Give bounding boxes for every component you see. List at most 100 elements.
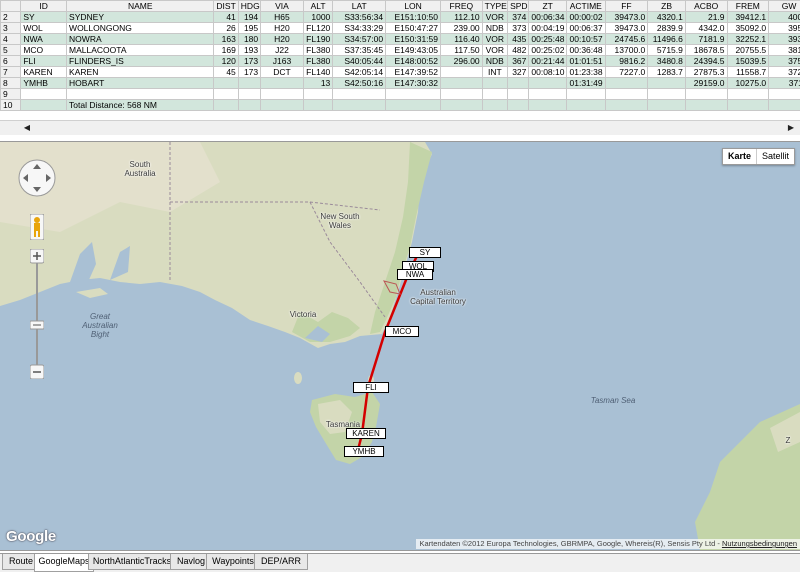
column-header-id[interactable]: ID <box>21 1 67 12</box>
pan-control-icon[interactable] <box>17 158 57 198</box>
cell-lon[interactable]: E148:00:52 <box>386 56 441 67</box>
cell-acbo[interactable]: 4342.0 <box>685 23 727 34</box>
cell-freq[interactable]: 239.00 <box>441 23 483 34</box>
cell-acbo[interactable]: 18678.5 <box>685 45 727 56</box>
cell-spd[interactable] <box>508 89 529 100</box>
cell-id[interactable]: FLI <box>21 56 67 67</box>
cell-zb[interactable]: 11496.6 <box>648 34 686 45</box>
row-number[interactable]: 3 <box>1 23 21 34</box>
waypoint-sy[interactable]: SY <box>409 247 441 258</box>
cell-name[interactable]: Total Distance: 568 NM <box>67 100 214 111</box>
cell-via[interactable]: H65 <box>261 12 304 23</box>
cell-lat[interactable]: S42:50:16 <box>333 78 386 89</box>
cell-ff[interactable]: 13700.0 <box>605 45 648 56</box>
cell-via[interactable] <box>261 89 304 100</box>
column-header-alt[interactable]: ALT <box>303 1 332 12</box>
cell-frem[interactable]: 11558.7 <box>727 67 769 78</box>
cell-hdg[interactable] <box>238 100 260 111</box>
table-row[interactable]: 8YMHBHOBART13S42:50:16E147:30:3201:31:49… <box>1 78 800 89</box>
cell-name[interactable]: NOWRA <box>67 34 214 45</box>
cell-zt[interactable] <box>529 100 567 111</box>
tab-googlemaps[interactable]: GoogleMaps <box>34 554 94 572</box>
cell-acbo[interactable]: 21.9 <box>685 12 727 23</box>
column-header-zb[interactable]: ZB <box>648 1 686 12</box>
cell-spd[interactable]: 374 <box>508 12 529 23</box>
column-header-spd[interactable]: SPD <box>508 1 529 12</box>
column-header-via[interactable]: VIA <box>261 1 304 12</box>
cell-type[interactable]: VOR <box>482 34 507 45</box>
cell-via[interactable]: J22 <box>261 45 304 56</box>
cell-acbo[interactable]: 27875.3 <box>685 67 727 78</box>
column-header-gw[interactable]: GW <box>769 1 800 12</box>
cell-id[interactable]: YMHB <box>21 78 67 89</box>
cell-freq[interactable] <box>441 67 483 78</box>
cell-dist[interactable]: 45 <box>214 67 238 78</box>
cell-freq[interactable] <box>441 100 483 111</box>
column-header-acbo[interactable]: ACBO <box>685 1 727 12</box>
cell-dist[interactable]: 26 <box>214 23 238 34</box>
cell-frem[interactable] <box>727 89 769 100</box>
column-header-actime[interactable]: ACTIME <box>566 1 605 12</box>
cell-frem[interactable]: 20755.5 <box>727 45 769 56</box>
cell-spd[interactable] <box>508 78 529 89</box>
cell-frem[interactable]: 32252.1 <box>727 34 769 45</box>
cell-actime[interactable]: 00:36:48 <box>566 45 605 56</box>
column-header-dist[interactable]: DIST <box>214 1 238 12</box>
row-number[interactable]: 5 <box>1 45 21 56</box>
cell-acbo[interactable] <box>685 89 727 100</box>
cell-hdg[interactable] <box>238 89 260 100</box>
cell-lat[interactable]: S37:35:45 <box>333 45 386 56</box>
cell-via[interactable]: J163 <box>261 56 304 67</box>
table-row[interactable]: 10Total Distance: 568 NM <box>1 100 800 111</box>
cell-alt[interactable] <box>303 100 332 111</box>
cell-hdg[interactable]: 195 <box>238 23 260 34</box>
cell-lat[interactable] <box>333 89 386 100</box>
cell-type[interactable] <box>482 89 507 100</box>
cell-freq[interactable]: 296.00 <box>441 56 483 67</box>
cell-name[interactable]: HOBART <box>67 78 214 89</box>
cell-name[interactable] <box>67 89 214 100</box>
cell-frem[interactable] <box>727 100 769 111</box>
cell-via[interactable] <box>261 78 304 89</box>
cell-freq[interactable] <box>441 78 483 89</box>
cell-freq[interactable] <box>441 89 483 100</box>
cell-hdg[interactable]: 173 <box>238 56 260 67</box>
cell-gw[interactable]: 3724 <box>769 67 800 78</box>
row-number[interactable]: 8 <box>1 78 21 89</box>
cell-acbo[interactable]: 29159.0 <box>685 78 727 89</box>
cell-id[interactable] <box>21 100 67 111</box>
pegman-icon[interactable] <box>30 214 44 240</box>
cell-lat[interactable]: S34:33:29 <box>333 23 386 34</box>
cell-id[interactable]: KAREN <box>21 67 67 78</box>
cell-zt[interactable]: 00:04:19 <box>529 23 567 34</box>
cell-zb[interactable]: 3480.8 <box>648 56 686 67</box>
cell-spd[interactable]: 482 <box>508 45 529 56</box>
column-header-lon[interactable]: LON <box>386 1 441 12</box>
cell-spd[interactable]: 367 <box>508 56 529 67</box>
cell-actime[interactable]: 00:00:02 <box>566 12 605 23</box>
cell-freq[interactable]: 116.40 <box>441 34 483 45</box>
cell-zt[interactable]: 00:25:48 <box>529 34 567 45</box>
cell-gw[interactable]: 3959 <box>769 23 800 34</box>
cell-name[interactable]: KAREN <box>67 67 214 78</box>
tab-dep-arr[interactable]: DEP/ARR <box>254 554 308 570</box>
cell-actime[interactable]: 00:06:37 <box>566 23 605 34</box>
cell-spd[interactable]: 373 <box>508 23 529 34</box>
cell-frem[interactable]: 39412.1 <box>727 12 769 23</box>
cell-name[interactable]: SYDNEY <box>67 12 214 23</box>
cell-actime[interactable] <box>566 89 605 100</box>
cell-gw[interactable]: 3711 <box>769 78 800 89</box>
cell-zt[interactable] <box>529 89 567 100</box>
scroll-right-icon[interactable]: ▶ <box>786 123 796 133</box>
cell-hdg[interactable]: 193 <box>238 45 260 56</box>
cell-frem[interactable]: 35092.0 <box>727 23 769 34</box>
row-number[interactable]: 7 <box>1 67 21 78</box>
cell-lon[interactable]: E147:30:32 <box>386 78 441 89</box>
table-row[interactable]: 7KARENKAREN45173DCTFL140S42:05:14E147:39… <box>1 67 800 78</box>
table-row[interactable]: 4NWANOWRA163180H20FL190S34:57:00E150:31:… <box>1 34 800 45</box>
cell-zt[interactable]: 00:25:02 <box>529 45 567 56</box>
cell-frem[interactable]: 15039.5 <box>727 56 769 67</box>
cell-hdg[interactable]: 173 <box>238 67 260 78</box>
cell-id[interactable] <box>21 89 67 100</box>
cell-actime[interactable]: 01:01:51 <box>566 56 605 67</box>
